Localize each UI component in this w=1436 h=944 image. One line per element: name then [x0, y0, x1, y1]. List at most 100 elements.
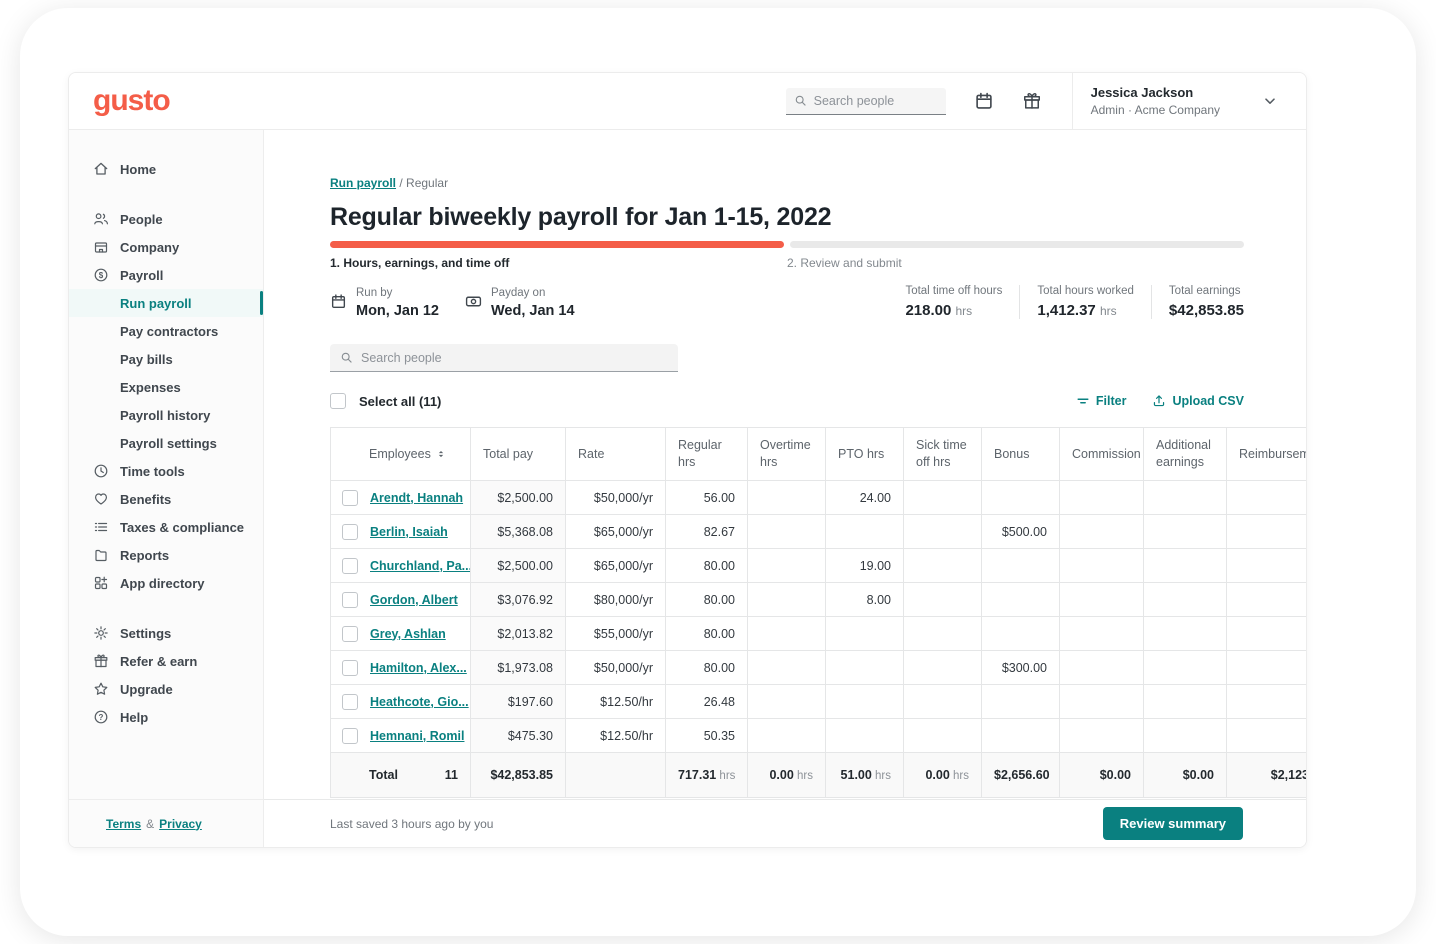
sidebar-item-label: Payroll [120, 268, 163, 283]
table-cell: $12.50/hr [566, 685, 666, 719]
sidebar-item-pay-contractors[interactable]: Pay contractors [69, 317, 263, 345]
table-search-input[interactable] [361, 351, 651, 365]
calendar-icon[interactable] [974, 91, 994, 111]
column-header-bonus: Bonus [982, 428, 1060, 481]
sidebar-item-payroll-settings[interactable]: Payroll settings [69, 429, 263, 457]
sidebar-item-benefits[interactable]: Benefits [69, 485, 263, 513]
stat-unit: hrs [1100, 304, 1117, 318]
gift-icon[interactable] [1022, 91, 1042, 111]
progress-segment-1 [330, 241, 784, 248]
run-by-value: Mon, Jan 12 [356, 303, 439, 319]
sidebar-item-upgrade[interactable]: Upgrade [69, 675, 263, 703]
sidebar-item-expenses[interactable]: Expenses [69, 373, 263, 401]
sidebar-item-label: Home [120, 162, 156, 177]
stat-value: 1,412.37 [1037, 302, 1095, 319]
employee-link[interactable]: Berlin, Isaiah [370, 525, 448, 539]
privacy-link[interactable]: Privacy [159, 817, 202, 831]
money-icon [465, 293, 482, 310]
help-icon: ? [93, 709, 109, 725]
row-checkbox[interactable] [342, 660, 358, 676]
employee-link[interactable]: Churchland, Pa... [370, 559, 471, 573]
table-cell [982, 481, 1060, 515]
employee-link[interactable]: Arendt, Hannah [370, 491, 463, 505]
row-checkbox[interactable] [342, 626, 358, 642]
sidebar-item-reports[interactable]: Reports [69, 541, 263, 569]
table-cell [1060, 719, 1144, 753]
row-checkbox[interactable] [342, 728, 358, 744]
sidebar-item-payroll[interactable]: $Payroll [69, 261, 263, 289]
main-panel: Run payroll / Regular Regular biweekly p… [264, 130, 1306, 847]
sidebar-item-label: Time tools [120, 464, 185, 479]
total-unit: hrs [794, 770, 813, 782]
column-header-regular-hrs: Regular hrs [666, 428, 748, 481]
breadcrumb-separator: / [399, 176, 402, 190]
table-cell: $300.00 [982, 651, 1060, 685]
table-cell [1060, 549, 1144, 583]
sidebar-item-label: Refer & earn [120, 654, 197, 669]
stat-label: Total hours worked [1037, 285, 1134, 297]
sidebar-item-home[interactable]: Home [69, 155, 263, 183]
sidebar-item-settings[interactable]: Settings [69, 619, 263, 647]
table-cell [1227, 549, 1307, 583]
sidebar-item-taxes-compliance[interactable]: Taxes & compliance [69, 513, 263, 541]
svg-text:?: ? [99, 713, 104, 722]
table-cell: $5,368.08 [471, 515, 566, 549]
table-search[interactable] [330, 344, 678, 372]
total-unit: hrs [872, 770, 891, 782]
column-header-commission: Commission [1060, 428, 1144, 481]
sidebar-item-payroll-history[interactable]: Payroll history [69, 401, 263, 429]
row-checkbox[interactable] [342, 592, 358, 608]
table-cell [1144, 651, 1227, 685]
terms-link[interactable]: Terms [106, 817, 141, 831]
total-value: 51.00 [841, 768, 872, 782]
employee-link[interactable]: Grey, Ashlan [370, 627, 446, 641]
upload-csv-button[interactable]: Upload CSV [1152, 394, 1244, 408]
header-search-input[interactable] [814, 94, 934, 108]
sidebar-item-help[interactable]: ?Help [69, 703, 263, 731]
row-checkbox[interactable] [342, 558, 358, 574]
sidebar-item-label: Payroll settings [120, 436, 217, 451]
table-total-row: Total11$42,853.85717.31 hrs0.00 hrs51.00… [331, 753, 1307, 798]
table-cell [982, 719, 1060, 753]
filter-button[interactable]: Filter [1076, 394, 1127, 408]
breadcrumb-run-payroll-link[interactable]: Run payroll [330, 176, 396, 190]
sidebar-item-app-directory[interactable]: App directory [69, 569, 263, 597]
sidebar-item-people[interactable]: People [69, 205, 263, 233]
sidebar-item-pay-bills[interactable]: Pay bills [69, 345, 263, 373]
total-cell [566, 753, 666, 798]
employee-cell: Hemnani, Romil [331, 719, 471, 753]
employee-link[interactable]: Hemnani, Romil [370, 729, 464, 743]
sidebar: HomePeopleCompany$PayrollRun payrollPay … [69, 130, 264, 847]
gusto-logo[interactable]: gusto [93, 86, 170, 116]
total-cell: 0.00 hrs [904, 753, 982, 798]
column-header-employees[interactable]: Employees [331, 428, 471, 481]
sidebar-item-label: Upgrade [120, 682, 173, 697]
sort-icon[interactable] [436, 448, 446, 460]
table-cell [1227, 481, 1307, 515]
row-checkbox[interactable] [342, 490, 358, 506]
table-row: Churchland, Pa...$2,500.00$65,000/yr80.0… [331, 549, 1307, 583]
sidebar-item-refer-earn[interactable]: Refer & earn [69, 647, 263, 675]
table-row: Hamilton, Alex...$1,973.08$50,000/yr80.0… [331, 651, 1307, 685]
sidebar-item-label: App directory [120, 576, 205, 591]
user-menu[interactable]: Jessica Jackson Admin · Acme Company [1073, 73, 1306, 129]
review-summary-button[interactable]: Review summary [1103, 807, 1243, 840]
row-checkbox[interactable] [342, 694, 358, 710]
employee-link[interactable]: Heathcote, Gio... [370, 695, 469, 709]
header-search[interactable] [786, 88, 946, 115]
table-cell [1227, 583, 1307, 617]
table-cell: 8.00 [826, 583, 904, 617]
sidebar-item-time-tools[interactable]: Time tools [69, 457, 263, 485]
row-checkbox[interactable] [342, 524, 358, 540]
page-title: Regular biweekly payroll for Jan 1-15, 2… [330, 203, 1306, 232]
table-cell: $3,076.92 [471, 583, 566, 617]
employee-link[interactable]: Gordon, Albert [370, 593, 458, 607]
table-cell [748, 685, 826, 719]
select-all-checkbox[interactable] [330, 393, 346, 409]
employee-link[interactable]: Hamilton, Alex... [370, 661, 467, 675]
table-cell [1060, 685, 1144, 719]
table-header-row: EmployeesTotal payRateRegular hrsOvertim… [331, 428, 1307, 481]
sidebar-item-run-payroll[interactable]: Run payroll [69, 289, 263, 317]
sidebar-item-company[interactable]: Company [69, 233, 263, 261]
home-icon [93, 161, 109, 177]
